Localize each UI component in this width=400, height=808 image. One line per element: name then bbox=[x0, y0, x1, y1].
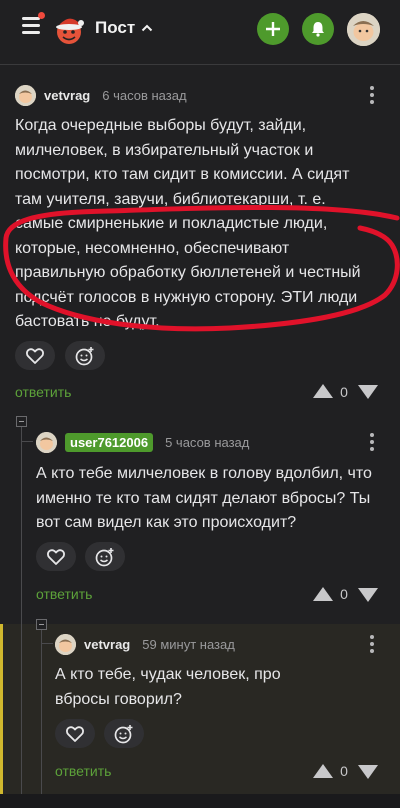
reply-button[interactable]: ответить bbox=[55, 763, 111, 779]
page-title-dropdown[interactable]: Пост bbox=[95, 18, 153, 38]
comment-time[interactable]: 59 минут назад bbox=[142, 637, 235, 652]
bottom-edge bbox=[0, 794, 400, 808]
text-line: правильную обработку бюллетеней и честны… bbox=[15, 264, 361, 281]
comment-time[interactable]: 5 часов назад bbox=[165, 435, 249, 450]
thread-branch bbox=[41, 643, 53, 644]
thread-branch bbox=[21, 441, 33, 442]
reply-button[interactable]: ответить bbox=[15, 384, 71, 400]
text-line: там учителя, завучи, библиотекарши, т. е… bbox=[15, 190, 326, 208]
notification-dot bbox=[38, 12, 45, 19]
like-button[interactable] bbox=[36, 542, 76, 571]
emoji-add-icon bbox=[75, 346, 94, 365]
text-line: вбросы говорил? bbox=[55, 690, 182, 708]
downvote-icon[interactable] bbox=[358, 385, 378, 399]
author-avatar[interactable] bbox=[55, 633, 76, 655]
vote-count: 0 bbox=[340, 763, 348, 779]
text-line: бастовать не будут. bbox=[15, 313, 160, 330]
comment-author[interactable]: vetvrag bbox=[84, 637, 130, 652]
comment-1-meta: vetvrag 6 часов назад bbox=[15, 84, 187, 106]
comment-author[interactable]: user7612006 bbox=[65, 432, 154, 452]
thread-line bbox=[41, 628, 42, 794]
author-avatar[interactable] bbox=[15, 84, 36, 106]
text-line: А кто тебе милчеловек в голову вдолбил, … bbox=[36, 465, 372, 482]
downvote-icon[interactable] bbox=[358, 588, 378, 602]
menu-icon[interactable] bbox=[22, 17, 42, 39]
comment-time[interactable]: 6 часов назад bbox=[102, 88, 186, 103]
notifications-button[interactable] bbox=[302, 13, 334, 45]
heart-icon bbox=[66, 725, 84, 742]
downvote-icon[interactable] bbox=[358, 765, 378, 779]
vote-count: 0 bbox=[340, 384, 348, 400]
text-line: милчеловек, в избирательный участок и bbox=[15, 141, 314, 159]
text-line: А кто тебе, чудак человек, про bbox=[55, 666, 281, 683]
comment-1-text: Когда очередные выборы будут, зайди, мил… bbox=[15, 114, 361, 335]
thread-line bbox=[21, 420, 22, 615]
text-line: самые смирненькие и покладистые люди, bbox=[15, 215, 328, 232]
add-post-button[interactable] bbox=[257, 13, 289, 45]
comment-3-text: А кто тебе, чудак человек, про вбросы го… bbox=[55, 663, 281, 712]
text-line: именно те кто там сидят делают вбросы? Т… bbox=[36, 489, 371, 507]
upvote-icon[interactable] bbox=[313, 384, 333, 398]
more-options-icon[interactable] bbox=[367, 635, 377, 653]
comment-author[interactable]: vetvrag bbox=[44, 88, 90, 103]
add-reaction-button[interactable] bbox=[85, 542, 125, 571]
text-line: Когда очередные выборы будут, зайди, bbox=[15, 117, 307, 134]
more-options-icon[interactable] bbox=[367, 86, 377, 104]
chevron-up-icon bbox=[141, 24, 153, 32]
vote-count: 0 bbox=[340, 586, 348, 602]
more-options-icon[interactable] bbox=[367, 433, 377, 451]
collapse-thread-button[interactable] bbox=[36, 619, 47, 630]
comment-3-meta: vetvrag 59 минут назад bbox=[55, 633, 235, 655]
add-reaction-button[interactable] bbox=[65, 341, 105, 370]
plus-icon bbox=[266, 22, 280, 36]
text-line: которые, несомненно, обеспечивают bbox=[15, 239, 290, 257]
like-button[interactable] bbox=[15, 341, 55, 370]
text-line: посмотри, кто там сидит в комиссии. А си… bbox=[15, 166, 350, 183]
emoji-add-icon bbox=[95, 547, 114, 566]
new-comment-marker bbox=[0, 624, 3, 794]
site-logo[interactable] bbox=[52, 12, 86, 46]
reply-button[interactable]: ответить bbox=[36, 586, 92, 602]
top-bar: Пост bbox=[0, 0, 400, 60]
heart-icon bbox=[47, 548, 65, 565]
thread-line bbox=[21, 615, 22, 794]
page-title: Пост bbox=[95, 18, 136, 37]
comment-2-meta: user7612006 5 часов назад bbox=[36, 431, 249, 453]
author-avatar[interactable] bbox=[36, 431, 57, 453]
upvote-icon[interactable] bbox=[313, 764, 333, 778]
comment-2-text: А кто тебе милчеловек в голову вдолбил, … bbox=[36, 462, 372, 536]
add-reaction-button[interactable] bbox=[104, 719, 144, 748]
text-line: подсчёт голосов в нужную сторону. ЭТИ лю… bbox=[15, 288, 358, 306]
text-line: вот сам видел как это происходит? bbox=[36, 514, 297, 531]
upvote-icon[interactable] bbox=[313, 587, 333, 601]
emoji-add-icon bbox=[114, 724, 133, 743]
heart-icon bbox=[26, 347, 44, 364]
header-divider bbox=[0, 64, 400, 65]
bell-icon bbox=[312, 22, 324, 37]
collapse-thread-button[interactable] bbox=[16, 416, 27, 427]
user-avatar[interactable] bbox=[347, 13, 380, 46]
like-button[interactable] bbox=[55, 719, 95, 748]
